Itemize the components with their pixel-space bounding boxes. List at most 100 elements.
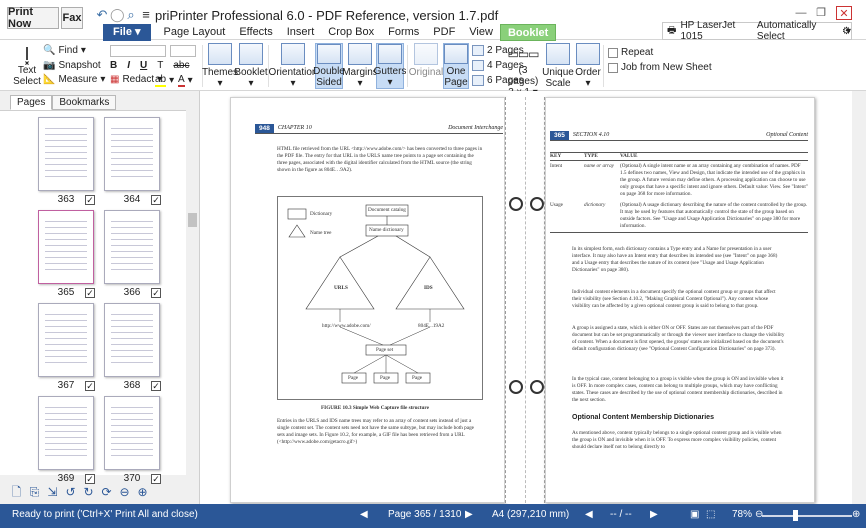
gutters-button[interactable]: Gutters ▾ [374, 43, 406, 89]
one-page-button[interactable]: One Page [443, 43, 469, 89]
circle-icon[interactable]: ◯ [110, 8, 125, 22]
original-icon [414, 43, 438, 65]
undo-icon[interactable]: ↶ [95, 8, 109, 22]
double-sided-button[interactable]: Double Sided [313, 43, 345, 89]
page-icon[interactable]: 🗋 [10, 486, 23, 499]
themes-button[interactable]: Themes ▾ [202, 43, 238, 89]
insert-page-icon[interactable]: ⎘ [28, 486, 41, 499]
zoom-slider-thumb[interactable] [792, 510, 798, 521]
font-name-field[interactable] [110, 45, 166, 57]
find-button[interactable]: 🔍 Find ▾ [43, 45, 86, 56]
rotate-left-icon[interactable]: ↺ [64, 486, 77, 499]
next-sheet-icon[interactable]: ▶ [650, 509, 658, 520]
restore-icon[interactable]: ❐ [813, 6, 829, 20]
rotate-right-icon[interactable]: ↻ [82, 486, 95, 499]
thumbnail-checkbox[interactable]: ✓ [151, 381, 161, 391]
scroll-thumb[interactable] [188, 213, 197, 227]
page-thumbnail[interactable] [38, 117, 94, 191]
repeat-checkbox[interactable]: Repeat [608, 47, 653, 58]
print-now-button[interactable]: Print Now [7, 6, 59, 30]
page-thumbnail[interactable] [38, 210, 94, 284]
double-sided-icon [317, 44, 341, 64]
job-from-sheet-label: Job from New Sheet [621, 62, 712, 73]
gear-icon[interactable]: ⚙ [842, 26, 851, 37]
font-color-button[interactable]: A ▾ [178, 74, 193, 87]
thumbnail-checkbox[interactable]: ✓ [85, 474, 95, 484]
fit-page-icon[interactable]: ▣ [690, 509, 699, 520]
thumbnail-checkbox[interactable]: ✓ [151, 474, 161, 484]
booklet-button[interactable]: Booklet ▾ [234, 43, 268, 89]
superscript-icon[interactable]: T [157, 60, 163, 71]
original-button[interactable]: Original [409, 43, 443, 78]
fax-button[interactable]: Fax [61, 7, 83, 29]
figure-caption: FIGURE 10.3 Simple Web Capture file stru… [321, 405, 429, 411]
page-thumbnail[interactable] [104, 117, 160, 191]
page-thumbnail[interactable] [38, 396, 94, 470]
tab-file[interactable]: File ▾ [103, 24, 151, 41]
thumbnail-list[interactable]: 363 ✓ 364 ✓ 365 ✓ 366 ✓ 367 ✓ 368 ✓ 369 ✓ 370 ✓ [0, 110, 186, 484]
find-label: Find [58, 45, 78, 56]
tab-insert[interactable]: Insert [280, 24, 322, 41]
page-indicator[interactable]: Page 365 / 1310 [388, 509, 461, 520]
highlight-color-button[interactable]: ab ▾ [155, 74, 174, 87]
text-select-button[interactable]: I͓ Text Select [12, 43, 42, 87]
thumbnail-label: 365 [57, 287, 75, 298]
three-pages-button[interactable]: ▭▭▭ (3 pages) 3 x 1 ▾ [506, 43, 540, 98]
page-thumbnail[interactable] [104, 396, 160, 470]
tab-pdf[interactable]: PDF [426, 24, 462, 41]
tab-booklet[interactable]: Booklet [499, 24, 557, 41]
document-scrollbar[interactable] [852, 91, 866, 504]
font-size-field[interactable] [170, 45, 196, 57]
font-color-icon: A [178, 74, 185, 87]
tab-forms[interactable]: Forms [381, 24, 426, 41]
snapshot-button[interactable]: 📷 Snapshot [43, 60, 101, 71]
right-heading: Optional Content Membership Dictionaries [572, 414, 714, 421]
next-page-icon[interactable]: ▶ [465, 509, 473, 520]
minimize-icon[interactable]: — [793, 6, 809, 20]
zoom-in-icon[interactable]: ⊕ [136, 486, 149, 499]
job-from-sheet-checkbox[interactable]: Job from New Sheet [608, 62, 712, 73]
bold-icon[interactable]: B [110, 60, 117, 71]
prev-sheet-icon[interactable]: ◀ [585, 509, 593, 520]
order-button[interactable]: Order ▾ [575, 43, 601, 89]
page-thumbnail[interactable] [104, 303, 160, 377]
zoom-slider[interactable] [762, 515, 852, 517]
repeat-check[interactable] [608, 47, 618, 58]
thumbnail-checkbox[interactable]: ✓ [85, 381, 95, 391]
close-icon[interactable]: ✕ [836, 6, 852, 20]
thumbnail-checkbox[interactable]: ✓ [85, 288, 95, 298]
thumbnail-scrollbar[interactable] [186, 110, 199, 475]
order-icon [576, 43, 600, 65]
refresh-icon[interactable]: ⟳ [100, 486, 113, 499]
tab-page-layout[interactable]: Page Layout [157, 24, 233, 41]
tab-bookmarks[interactable]: Bookmarks [52, 95, 117, 110]
thumbnail-checkbox[interactable]: ✓ [85, 195, 95, 205]
thumbnail-checkbox[interactable]: ✓ [151, 288, 161, 298]
measure-button[interactable]: 📐 Measure ▾ [43, 74, 105, 85]
search-doc-icon[interactable]: ⌕ [124, 8, 138, 22]
printer-mode-select[interactable]: Automatically Select [757, 20, 843, 42]
fit-width-icon[interactable]: ⬚ [706, 509, 715, 520]
extract-page-icon[interactable]: ⇲ [46, 486, 59, 499]
thumbnail-label: 366 [123, 287, 141, 298]
thumbnail-checkbox[interactable]: ✓ [151, 195, 161, 205]
zoom-out-icon[interactable]: ⊖ [118, 486, 131, 499]
document-preview[interactable]: 948 CHAPTER 10 Document Interchange HTML… [200, 91, 866, 504]
strikethrough-icon[interactable]: abc [173, 60, 189, 71]
page-thumbnail[interactable] [38, 303, 94, 377]
printer-selector[interactable]: 🖶 HP LaserJet 1015 Automatically Select … [662, 20, 852, 42]
zoom-in-icon[interactable]: ⊕ [852, 509, 860, 520]
italic-icon[interactable]: I [127, 60, 130, 71]
tab-pages[interactable]: Pages [10, 95, 53, 110]
job-from-sheet-check[interactable] [608, 62, 618, 73]
page-thumbnail[interactable] [104, 210, 160, 284]
customize-icon[interactable]: ≡ [139, 8, 153, 22]
prev-page-icon[interactable]: ◀ [360, 509, 368, 520]
underline-icon[interactable]: U [140, 60, 147, 71]
tab-view[interactable]: View [462, 24, 500, 41]
legend-dictionary: Dictionary [310, 211, 333, 217]
orientation-button[interactable]: Orientation ▾ [269, 43, 317, 89]
tab-crop-box[interactable]: Crop Box [321, 24, 381, 41]
margins-button[interactable]: Margins ▾ [342, 43, 378, 89]
tab-effects[interactable]: Effects [232, 24, 279, 41]
